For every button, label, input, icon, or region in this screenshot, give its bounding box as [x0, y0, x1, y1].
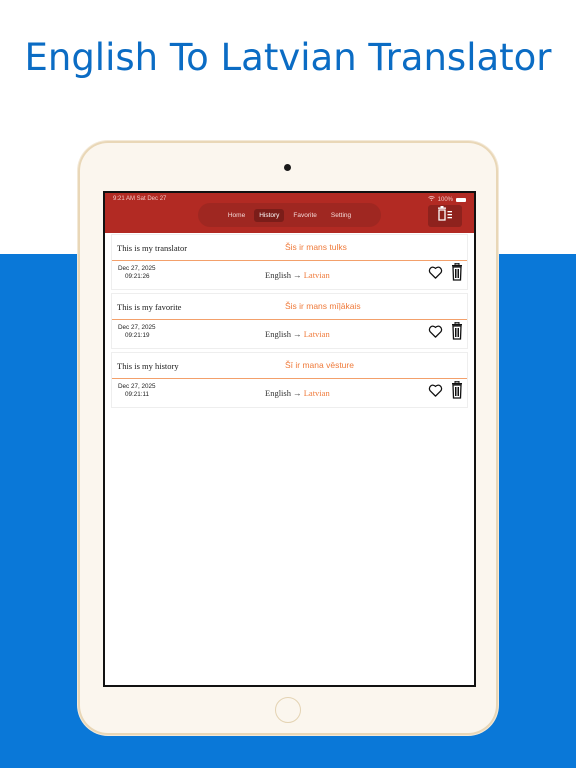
source-text: This is my favorite [117, 302, 182, 312]
clear-history-button[interactable] [428, 205, 462, 227]
source-row: This is my favorite Šis ir mans mīļākais [112, 294, 467, 320]
source-text: This is my translator [117, 243, 188, 253]
tab-bar: Home History Favorite Setting [198, 203, 381, 227]
translation-text: Šī ir mana vēsture [285, 360, 354, 370]
timestamp: Dec 27, 2025 09:21:26 [118, 265, 155, 281]
heart-icon[interactable] [428, 383, 443, 403]
history-item[interactable]: This is my favorite Šis ir mans mīļākais… [111, 293, 468, 349]
source-row: This is my history Šī ir mana vēsture [112, 353, 467, 379]
time-text: 09:21:19 [125, 332, 150, 339]
device-screen: 9:21 AM Sat Dec 27 100% Home History Fav… [103, 191, 476, 687]
tab-favorite[interactable]: Favorite [288, 209, 321, 222]
history-list: This is my translator Šis ir mans tulks … [105, 233, 474, 685]
date-text: Dec 27, 2025 [118, 265, 156, 272]
camera-dot [284, 164, 291, 171]
from-language: English → [265, 329, 302, 339]
date-text: Dec 27, 2025 [118, 324, 156, 331]
history-item[interactable]: This is my translator Šis ir mans tulks … [111, 234, 468, 290]
source-text: This is my history [117, 361, 179, 371]
trash-list-icon [437, 206, 453, 226]
to-language: Latvian [303, 388, 330, 398]
language-pair: English → Latvian [265, 329, 330, 339]
tab-setting[interactable]: Setting [326, 209, 356, 222]
language-pair: English → Latvian [265, 388, 330, 398]
source-row: This is my translator Šis ir mans tulks [112, 235, 467, 261]
heart-icon[interactable] [428, 324, 443, 344]
meta-row: Dec 27, 2025 09:21:11 English → Latvian [112, 379, 467, 406]
battery-icon [456, 197, 466, 202]
from-language: English → [265, 388, 302, 398]
translation-text: Šis ir mans mīļākais [285, 301, 361, 311]
status-indicators: 100% [427, 196, 466, 203]
status-time: 9:21 AM Sat Dec 27 [113, 196, 167, 202]
battery-percent: 100% [437, 196, 453, 203]
app-bar: 9:21 AM Sat Dec 27 100% Home History Fav… [105, 193, 474, 233]
home-button [275, 697, 301, 723]
date-text: Dec 27, 2025 [118, 383, 156, 390]
tab-history[interactable]: History [254, 208, 285, 222]
trash-icon[interactable] [451, 262, 463, 286]
timestamp: Dec 27, 2025 09:21:11 [118, 383, 155, 399]
to-language: Latvian [303, 270, 330, 280]
meta-row: Dec 27, 2025 09:21:19 English → Latvian [112, 320, 467, 347]
trash-icon[interactable] [451, 380, 463, 404]
time-text: 09:21:11 [125, 391, 150, 398]
translation-text: Šis ir mans tulks [285, 242, 347, 252]
timestamp: Dec 27, 2025 09:21:19 [118, 324, 155, 340]
history-item[interactable]: This is my history Šī ir mana vēsture De… [111, 352, 468, 408]
from-language: English → [265, 270, 302, 280]
tab-home[interactable]: Home [223, 209, 250, 222]
trash-icon[interactable] [451, 321, 463, 345]
to-language: Latvian [303, 329, 330, 339]
language-pair: English → Latvian [265, 270, 330, 280]
wifi-icon [427, 196, 435, 203]
meta-row: Dec 27, 2025 09:21:26 English → Latvian [112, 261, 467, 288]
heart-icon[interactable] [428, 265, 443, 285]
time-text: 09:21:26 [125, 273, 150, 280]
page-headline: English To Latvian Translator [24, 36, 552, 79]
